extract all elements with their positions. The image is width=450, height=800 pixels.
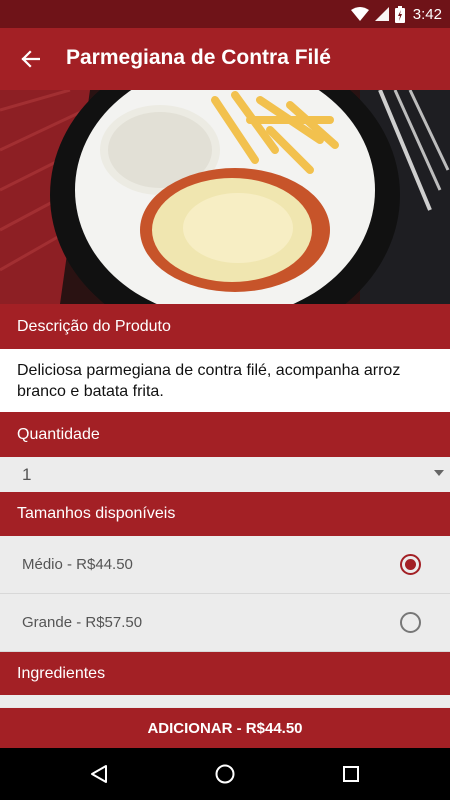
size-option-grande[interactable]: Grande - R$57.50 [0,594,450,652]
size-option-label: Médio - R$44.50 [22,556,133,573]
quantity-header-label: Quantidade [17,425,100,443]
nav-back-button[interactable] [86,761,112,787]
description-text: Deliciosa parmegiana de contra filé, aco… [0,349,450,412]
description-header-label: Descrição do Produto [17,317,171,335]
add-to-cart-button[interactable]: ADICIONAR - R$44.50 [0,708,450,748]
app-bar: Parmegiana de Contra Filé [0,28,450,90]
sizes-header: Tamanhos disponíveis [0,492,450,536]
ingredients-header-label: Ingredientes [17,664,106,682]
status-time: 3:42 [412,5,442,23]
wifi-icon [350,7,369,21]
back-triangle-icon [91,765,107,783]
recents-square-icon [343,766,359,782]
radio-unchecked-icon[interactable] [400,612,421,633]
description-header: Descrição do Produto [0,304,450,349]
status-bar: 3:42 [0,0,450,28]
quantity-value: 1 [22,465,32,484]
back-button[interactable] [14,43,46,75]
ingredients-list [0,695,450,707]
arrow-back-icon [21,50,40,68]
status-icons: 3:42 [350,5,442,23]
home-circle-icon [215,764,235,784]
battery-icon [394,5,405,23]
product-image [0,90,450,304]
quantity-select[interactable]: 1 [0,457,450,492]
nav-recents-button[interactable] [338,761,364,787]
ingredients-header: Ingredientes [0,652,450,695]
nav-home-button[interactable] [212,761,238,787]
dropdown-arrow-icon [434,470,444,476]
radio-checked-icon[interactable] [400,554,421,575]
page-title: Parmegiana de Contra Filé [66,46,331,69]
quantity-header: Quantidade [0,412,450,457]
system-nav-bar [0,748,450,800]
size-option-medio[interactable]: Médio - R$44.50 [0,536,450,594]
size-option-label: Grande - R$57.50 [22,614,143,631]
signal-icon [374,7,389,21]
sizes-header-label: Tamanhos disponíveis [17,505,176,522]
